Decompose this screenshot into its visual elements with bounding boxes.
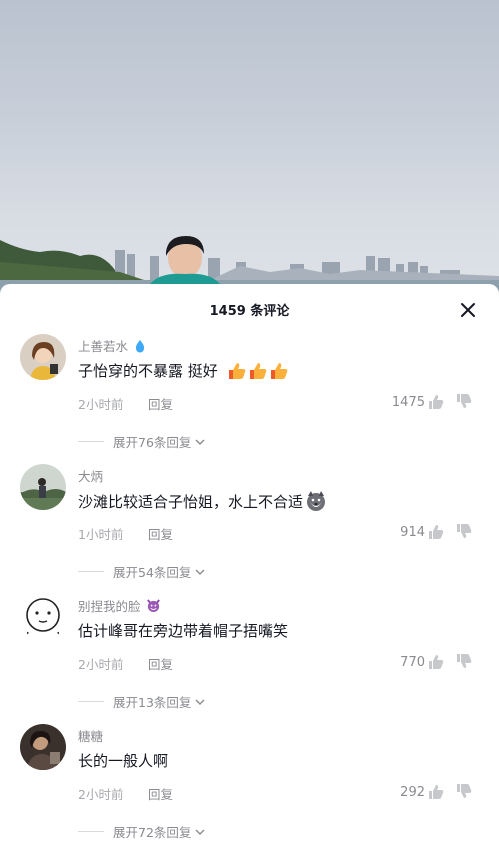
divider bbox=[78, 831, 104, 832]
avatar[interactable] bbox=[20, 334, 66, 380]
username-text[interactable]: 别捏我的脸 bbox=[78, 599, 141, 614]
beach-scene-image bbox=[0, 236, 499, 300]
expand-replies-label: 展开72条回复 bbox=[113, 825, 192, 840]
like-group[interactable]: 914 bbox=[400, 523, 445, 541]
username[interactable]: 大炳 bbox=[78, 466, 103, 485]
divider bbox=[78, 701, 104, 702]
comment-text[interactable]: 估计峰哥在旁边带着帽子捂嘴笑 bbox=[78, 620, 288, 641]
panel-header: 1459 条评论 bbox=[0, 284, 499, 334]
chevron-down-icon bbox=[195, 829, 205, 835]
comment-panel: 1459 条评论 上善若水 子怡穿的不暴露 挺好 2小时前 回复 1475 展开… bbox=[0, 284, 499, 848]
comment-time: 2小时前 bbox=[78, 787, 124, 802]
expand-replies-label: 展开13条回复 bbox=[113, 695, 192, 710]
like-count: 292 bbox=[400, 784, 425, 800]
devil-icon bbox=[146, 599, 160, 613]
username-text[interactable]: 上善若水 bbox=[78, 339, 128, 354]
chevron-down-icon bbox=[195, 699, 205, 705]
divider bbox=[78, 441, 104, 442]
reply-button[interactable]: 回复 bbox=[148, 394, 173, 413]
droplet-icon bbox=[135, 340, 145, 353]
username[interactable]: 糖糖 bbox=[78, 726, 103, 745]
expand-replies-label: 展开76条回复 bbox=[113, 435, 192, 450]
comment-text[interactable]: 子怡穿的不暴露 挺好 bbox=[78, 360, 289, 381]
username[interactable]: 别捏我的脸 bbox=[78, 596, 161, 615]
thumbs-up-icon[interactable] bbox=[427, 783, 445, 801]
chevron-down-icon bbox=[195, 439, 205, 445]
chevron-down-icon bbox=[195, 569, 205, 575]
expand-replies-button[interactable]: 展开76条回复 bbox=[78, 432, 206, 451]
like-count: 1475 bbox=[391, 394, 425, 410]
expand-replies-button[interactable]: 展开13条回复 bbox=[78, 692, 206, 711]
thumbs-up-icon[interactable] bbox=[427, 523, 445, 541]
thumbs-down-icon[interactable] bbox=[455, 652, 473, 670]
comment-time: 2小时前 bbox=[78, 657, 124, 672]
expand-replies-button[interactable]: 展开72条回复 bbox=[78, 822, 206, 841]
video-background[interactable] bbox=[0, 0, 499, 300]
thumbs-down-icon[interactable] bbox=[455, 522, 473, 540]
reply-button[interactable]: 回复 bbox=[148, 524, 173, 543]
husky-icon bbox=[307, 491, 326, 511]
thumbs-down-icon[interactable] bbox=[455, 392, 473, 410]
comment-text[interactable]: 沙滩比较适合子怡姐，水上不合适 bbox=[78, 490, 327, 512]
thumbs-up-icon[interactable] bbox=[427, 653, 445, 671]
divider bbox=[78, 571, 104, 572]
reply-button[interactable]: 回复 bbox=[148, 654, 173, 673]
thumbs-up-icon bbox=[228, 362, 246, 379]
like-group[interactable]: 292 bbox=[400, 783, 445, 801]
comment-text-content: 沙滩比较适合子怡姐，水上不合适 bbox=[78, 492, 304, 511]
like-group[interactable]: 770 bbox=[400, 653, 445, 671]
like-count: 770 bbox=[400, 654, 425, 670]
comment-text-content: 子怡穿的不暴露 挺好 bbox=[78, 362, 218, 380]
like-count: 914 bbox=[400, 524, 425, 540]
avatar[interactable] bbox=[20, 594, 66, 640]
comment-time: 2小时前 bbox=[78, 397, 124, 412]
reply-button[interactable]: 回复 bbox=[148, 784, 173, 803]
thumbs-up-icon[interactable] bbox=[427, 393, 445, 411]
expand-replies-label: 展开54条回复 bbox=[113, 565, 192, 580]
avatar[interactable] bbox=[20, 724, 66, 770]
comment-time: 1小时前 bbox=[78, 527, 124, 542]
comment-text[interactable]: 长的一般人啊 bbox=[78, 750, 168, 771]
thumbs-up-icon bbox=[270, 362, 288, 379]
expand-replies-button[interactable]: 展开54条回复 bbox=[78, 562, 206, 581]
like-group[interactable]: 1475 bbox=[392, 393, 445, 411]
close-icon[interactable] bbox=[459, 301, 477, 319]
thumbs-down-icon[interactable] bbox=[455, 782, 473, 800]
thumbs-up-icon bbox=[249, 362, 267, 379]
comment-count-title: 1459 条评论 bbox=[209, 304, 290, 319]
username[interactable]: 上善若水 bbox=[78, 336, 147, 355]
avatar[interactable] bbox=[20, 464, 66, 510]
